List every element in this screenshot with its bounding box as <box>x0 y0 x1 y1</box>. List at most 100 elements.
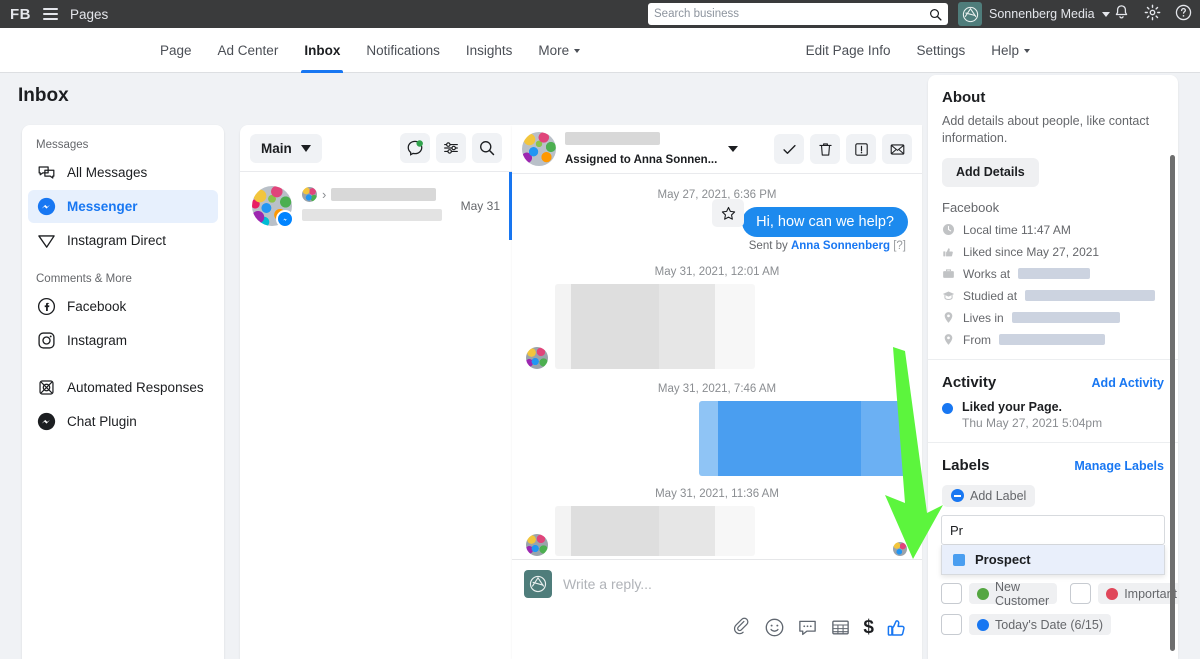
label-checkbox[interactable] <box>1070 583 1092 604</box>
label-color-swatch <box>953 553 965 566</box>
emoji-icon[interactable] <box>764 617 785 638</box>
search-input[interactable] <box>654 8 929 20</box>
done-check-icon <box>782 144 796 154</box>
conversation-preview: › <box>302 186 451 226</box>
manage-labels-link[interactable]: Manage Labels <box>1074 459 1164 473</box>
attachment-icon[interactable] <box>731 617 752 638</box>
tab-more[interactable]: More <box>538 28 581 73</box>
flag-spam-button[interactable] <box>846 134 876 164</box>
page-avatar <box>524 570 552 598</box>
message-timestamp: May 31, 2021, 11:36 AM <box>655 488 779 500</box>
sent-by-name[interactable]: Anna Sonnenberg <box>791 240 890 252</box>
facebook-icon <box>37 297 56 316</box>
tab-insights[interactable]: Insights <box>466 28 513 73</box>
payment-icon[interactable]: $ <box>863 618 874 637</box>
delete-button[interactable] <box>810 134 840 164</box>
star-message-button[interactable] <box>712 199 744 227</box>
sidebar-item-instagram[interactable]: Instagram <box>28 324 218 357</box>
activity-text: Liked your Page. <box>962 399 1063 414</box>
label-row: Today's Date (6/15) <box>941 614 1165 635</box>
tab-page[interactable]: Page <box>160 28 192 73</box>
minus-circle-icon <box>951 489 964 503</box>
about-row-value-redacted <box>1018 268 1091 280</box>
conversation-snippet-redacted <box>302 208 442 221</box>
account-switcher[interactable]: Sonnenberg Media <box>958 2 1110 26</box>
label-search-input[interactable] <box>950 522 1156 538</box>
tab-ad-center[interactable]: Ad Center <box>218 28 279 73</box>
bell-icon[interactable] <box>1113 4 1130 21</box>
new-message-button[interactable] <box>400 133 430 163</box>
sidebar-divider-gap <box>22 358 224 370</box>
label-tag[interactable]: New Customer <box>969 580 1058 608</box>
label-search-field[interactable] <box>941 515 1165 545</box>
sidebar-item-chat-plugin[interactable]: Chat Plugin <box>28 405 218 438</box>
link-help[interactable]: Help <box>991 28 1030 73</box>
search-conversations-button[interactable] <box>472 133 502 163</box>
template-icon[interactable] <box>830 617 851 638</box>
seen-by-avatar <box>893 542 907 556</box>
details-panel-scrollbar[interactable] <box>1170 155 1175 651</box>
global-search[interactable] <box>648 3 948 25</box>
mark-unread-button[interactable] <box>882 134 912 164</box>
existing-labels-list: New Customer Important Today's Date (6/1… <box>941 575 1178 635</box>
hamburger-icon[interactable] <box>43 8 58 20</box>
sidebar-item-messenger[interactable]: Messenger <box>28 190 218 223</box>
brand-logo-icon <box>529 575 547 593</box>
link-edit-page-info[interactable]: Edit Page Info <box>806 28 891 73</box>
contact-details-panel: About Add details about people, like con… <box>928 75 1178 659</box>
composer-tools: $ <box>524 616 910 638</box>
label-tag[interactable]: Important <box>1098 583 1178 604</box>
about-description: Add details about people, like contact i… <box>942 114 1150 145</box>
tab-more-label: More <box>538 43 570 58</box>
message-outgoing: Hi, how can we help? <box>512 199 922 237</box>
tab-inbox[interactable]: Inbox <box>301 28 344 73</box>
page-nav-bar: Page Ad Center Inbox Notifications Insig… <box>0 28 1200 73</box>
sidebar-item-all-messages[interactable]: All Messages <box>28 156 218 189</box>
chevron-down-icon <box>300 144 311 152</box>
add-activity-link[interactable]: Add Activity <box>1092 376 1164 390</box>
chevron-down-icon <box>1024 48 1030 53</box>
new-message-icon <box>407 140 423 156</box>
paper-plane-icon <box>37 231 56 250</box>
help-icon[interactable] <box>1175 4 1192 21</box>
message-thread-panel: Assigned to Anna Sonnen... May 27, 2021,… <box>512 125 922 659</box>
briefcase-icon <box>943 269 954 279</box>
mark-done-button[interactable] <box>774 134 804 164</box>
folder-dropdown[interactable]: Main <box>250 133 322 163</box>
facebook-logo[interactable]: FB <box>10 7 31 22</box>
sent-by-info-icon[interactable]: [?] <box>893 240 906 252</box>
product-label[interactable]: Pages <box>70 7 108 22</box>
thumbs-up-icon <box>943 248 953 257</box>
about-row-text: Studied at <box>963 288 1018 303</box>
gear-icon[interactable] <box>1144 4 1161 21</box>
sidebar-item-instagram-direct[interactable]: Instagram Direct <box>28 224 218 257</box>
sidebar-item-label: Chat Plugin <box>67 414 137 429</box>
label-option-prospect[interactable]: Prospect <box>942 545 1164 574</box>
labels-section: Labels Manage Labels Add Label <box>928 443 1178 519</box>
link-settings[interactable]: Settings <box>916 28 965 73</box>
chevron-down-icon[interactable] <box>728 146 739 152</box>
about-row-text: Local time 11:47 AM <box>963 222 1071 237</box>
add-label-chip[interactable]: Add Label <box>942 484 1036 507</box>
label-row: New Customer Important <box>941 580 1178 608</box>
reply-input[interactable] <box>563 576 910 592</box>
label-checkbox[interactable] <box>941 614 962 635</box>
conversation-list-item[interactable]: › May 31 <box>240 172 512 240</box>
saved-reply-icon[interactable] <box>797 617 818 638</box>
thread-contact-avatar[interactable] <box>522 132 556 166</box>
clock-icon <box>942 224 955 236</box>
sidebar-item-facebook[interactable]: Facebook <box>28 290 218 323</box>
filter-button[interactable] <box>436 133 466 163</box>
thread-messages[interactable]: May 27, 2021, 6:36 PM Hi, how can we hel… <box>512 174 922 559</box>
label-checkbox[interactable] <box>941 583 962 604</box>
sidebar-item-automated-responses[interactable]: Automated Responses <box>28 371 218 404</box>
message-content-redacted <box>699 401 912 476</box>
label-tag[interactable]: Today's Date (6/15) <box>969 614 1111 635</box>
tab-notifications[interactable]: Notifications <box>366 28 440 73</box>
chevron-down-icon[interactable] <box>1101 11 1110 17</box>
instagram-icon <box>37 331 56 350</box>
about-row-value-redacted <box>1011 312 1120 324</box>
about-row-text: Liked since May 27, 2021 <box>963 244 1100 259</box>
add-details-button[interactable]: Add Details <box>942 157 1039 187</box>
thumbs-up-icon[interactable] <box>886 616 908 638</box>
